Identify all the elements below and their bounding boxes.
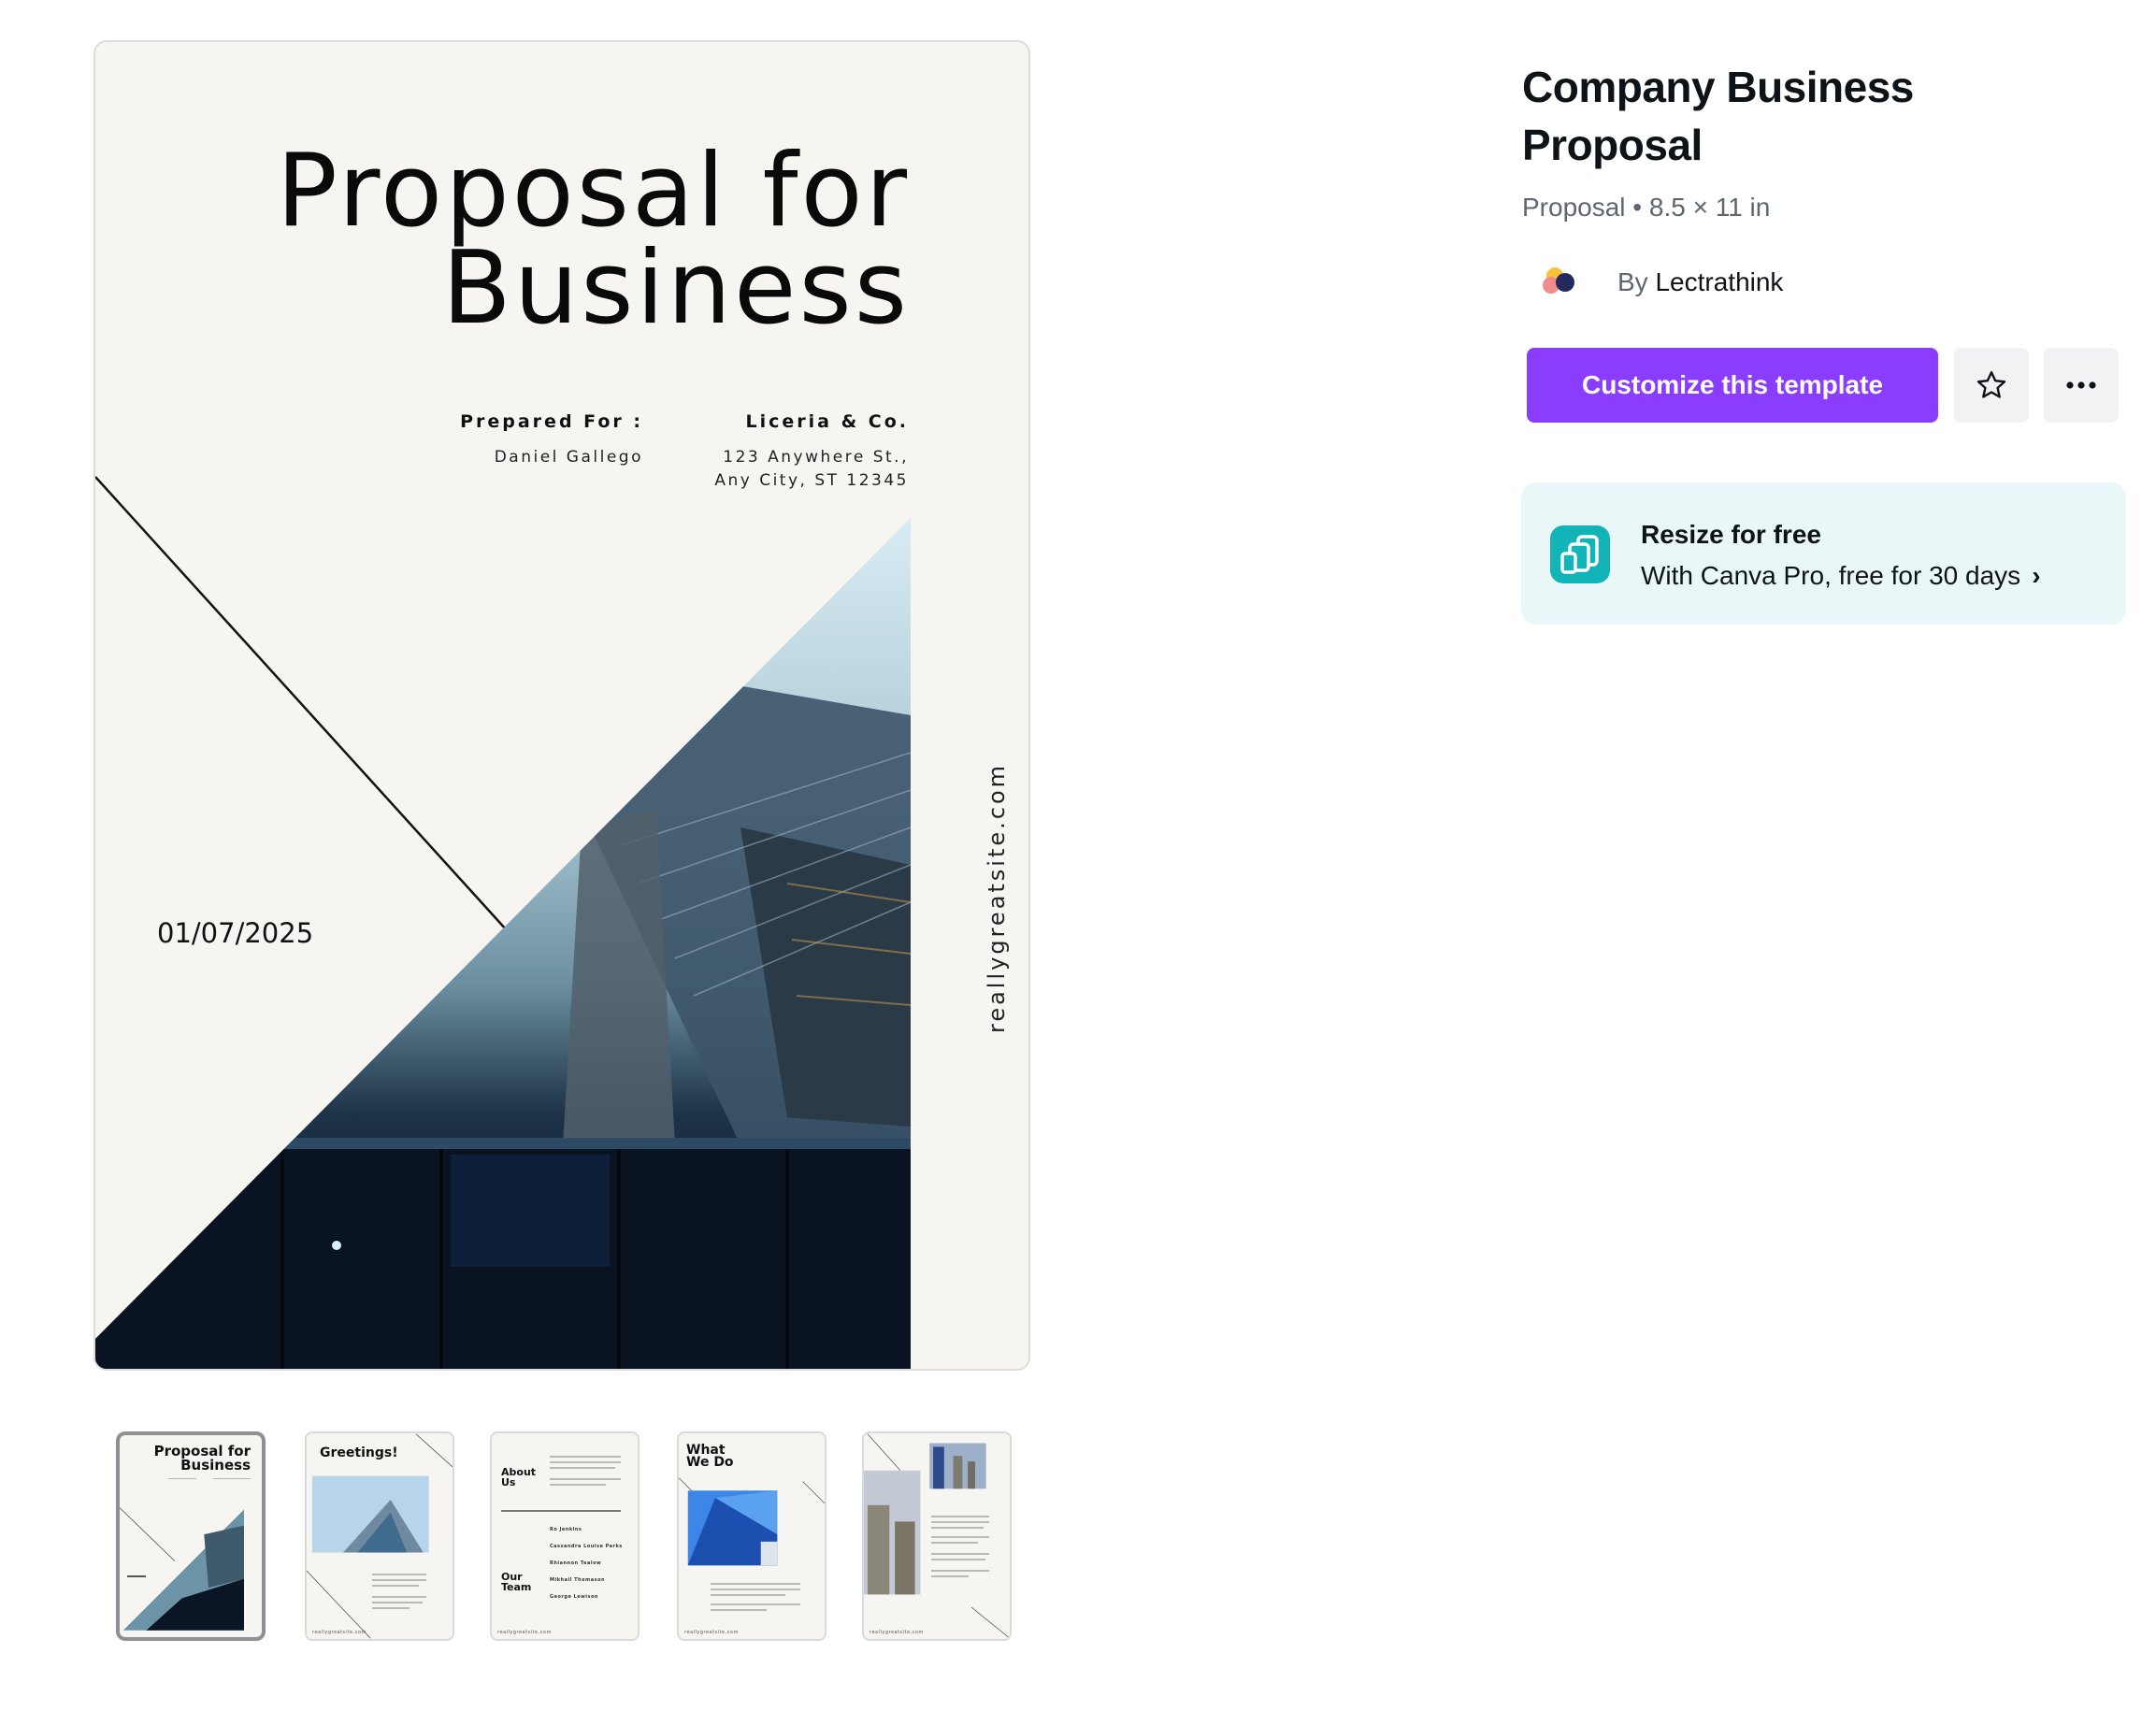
author-avatar-icon (1543, 267, 1576, 297)
resize-promo-card[interactable]: Resize for free With Canva Pro, free for… (1521, 482, 2126, 625)
template-title: Company Business Proposal (1522, 63, 1914, 169)
cover-title-line-2: Business (441, 230, 910, 347)
more-horizontal-icon (2066, 381, 2096, 389)
thumbnail-footer: reallygreatsite.com (870, 1630, 924, 1635)
team-member: Ro Jenkins (550, 1527, 582, 1532)
thumbnail-page-2[interactable]: Greetings! reallygreatsite.com (305, 1431, 454, 1641)
thumbnail-page-3[interactable]: About Us Our Team Ro Jenkins Cassandra L… (490, 1431, 640, 1641)
thumbnail-footer: reallygreatsite.com (684, 1630, 739, 1635)
team-member: George Lewison (550, 1594, 598, 1600)
team-member: Rhiannon Tealow (550, 1560, 602, 1566)
star-icon (1976, 371, 2006, 398)
customize-template-button[interactable]: Customize this template (1527, 348, 1938, 423)
resize-promo-heading: Resize for free (1641, 520, 1821, 549)
thumbnail-heading: Greetings! (320, 1445, 398, 1460)
prepared-for-label: Prepared For : (460, 411, 643, 432)
thumbnail-page-5[interactable]: reallygreatsite.com (862, 1431, 1012, 1641)
prepared-for-name: Daniel Gallego (494, 448, 643, 467)
more-options-button[interactable] (2044, 348, 2119, 423)
diagonal-line (95, 476, 508, 931)
resize-promo-subtext: With Canva Pro, free for 30 days › (1641, 561, 2041, 591)
thumbnail-footer: reallygreatsite.com (497, 1630, 552, 1635)
thumbnail-page-4[interactable]: What We Do reallygreatsite.com (677, 1431, 826, 1641)
thumbnail-footer: reallygreatsite.com (312, 1630, 367, 1635)
chevron-right-icon: › (2032, 561, 2041, 590)
template-meta: Proposal • 8.5 × 11 in (1522, 193, 1771, 222)
thumbnail-heading-2: Our Team (501, 1571, 532, 1593)
cover-title: Proposal for Business (276, 133, 910, 347)
thumbnail-heading: What We Do (686, 1443, 734, 1470)
author-link[interactable]: By Lectrathink (1543, 264, 1783, 301)
resize-promo-subtext-label: With Canva Pro, free for 30 days (1641, 561, 2021, 590)
cover-date: 01/07/2025 (157, 917, 314, 949)
author-name: By Lectrathink (1617, 267, 1783, 297)
thumbnail-page-1[interactable]: Proposal for Business (116, 1431, 266, 1641)
address-line-2: Any City, ST 12345 (714, 471, 909, 490)
company-name: Liceria & Co. (745, 411, 909, 432)
company-address: 123 Anywhere St., Any City, ST 12345 (714, 446, 909, 493)
favorite-button[interactable] (1954, 348, 2029, 423)
cover-title-line-1: Proposal for (276, 133, 910, 250)
thumbnail-heading: About Us (501, 1466, 537, 1488)
thumbnail-heading: Proposal for Business (153, 1443, 251, 1474)
address-line-1: 123 Anywhere St., (723, 448, 909, 467)
resize-icon (1550, 525, 1610, 583)
cover-website: reallygreatsite.com (984, 762, 1010, 1033)
team-member: Mikhail Thomason (550, 1577, 606, 1583)
author-name-value: Lectrathink (1655, 267, 1784, 296)
team-member: Cassandra Louise Parks (550, 1544, 623, 1549)
template-preview[interactable]: Proposal for Business Prepared For : Dan… (93, 40, 1030, 1371)
author-prefix: By (1617, 267, 1648, 296)
